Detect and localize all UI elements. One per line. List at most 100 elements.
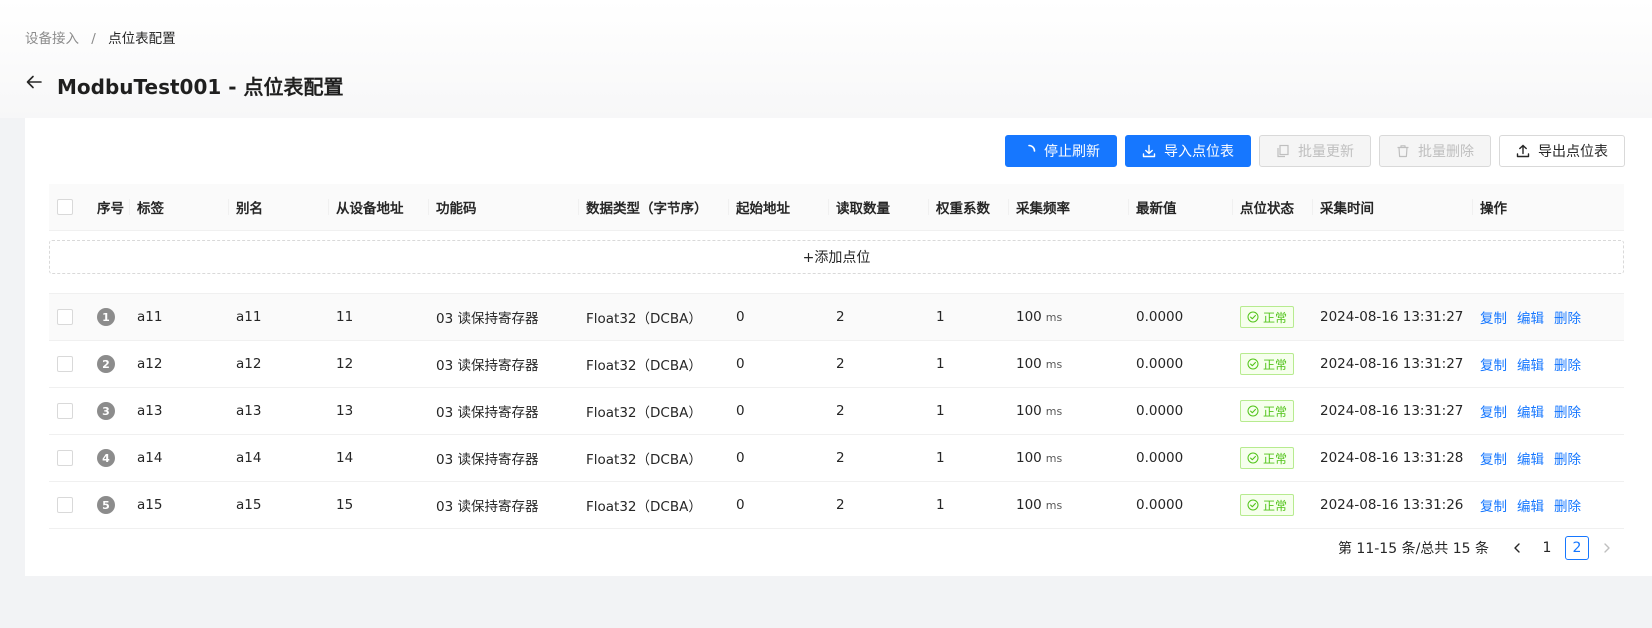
- status-text: 正常: [1263, 310, 1288, 325]
- pagination-total: 第 11-15 条/总共 15 条: [1337, 541, 1489, 557]
- breadcrumb-parent[interactable]: 设备接入: [25, 31, 79, 47]
- batch-update-button[interactable]: 批量更新: [1259, 135, 1371, 167]
- copy-link[interactable]: 复制: [1480, 354, 1507, 374]
- copy-link[interactable]: 复制: [1480, 448, 1507, 468]
- frequency-value: 100: [1016, 450, 1042, 466]
- cell-read-count: 2: [836, 309, 845, 325]
- cell-start-address: 0: [736, 356, 745, 372]
- points-table-card: 停止刷新 导入点位表 批量更新 批量删除 导出点位表 序号 标签 别名 从设备地…: [25, 118, 1652, 576]
- status-badge: 正常: [1240, 306, 1295, 328]
- cell-tag: a14: [137, 450, 163, 466]
- cell-index: 4: [89, 435, 129, 481]
- import-points-button[interactable]: 导入点位表: [1125, 135, 1251, 167]
- edit-link[interactable]: 编辑: [1517, 448, 1544, 468]
- cell-data-type: Float32（DCBA）: [586, 452, 702, 468]
- edit-link[interactable]: 编辑: [1517, 354, 1544, 374]
- prev-page-button[interactable]: [1505, 536, 1529, 560]
- cell-read-count: 2: [836, 356, 845, 372]
- cell-start-address: 0: [736, 497, 745, 513]
- delete-link[interactable]: 删除: [1554, 448, 1581, 468]
- cell-weight: 1: [936, 309, 945, 325]
- stop-refresh-button[interactable]: 停止刷新: [1005, 135, 1117, 167]
- cell-function-code: 03 读保持寄存器: [436, 405, 539, 421]
- export-points-button[interactable]: 导出点位表: [1499, 135, 1625, 167]
- frequency-unit: ms: [1045, 310, 1063, 324]
- cell-time: 2024-08-16 13:31:27: [1320, 356, 1464, 372]
- cell-latest-value: 0.0000: [1136, 497, 1184, 513]
- cell-actions: 复制 编辑 删除: [1472, 435, 1624, 481]
- page-title: ModbuTest001 - 点位表配置: [57, 75, 344, 99]
- select-all-checkbox[interactable]: [57, 199, 73, 215]
- header-data-type: 数据类型（字节序）: [578, 184, 728, 230]
- copy-link[interactable]: 复制: [1480, 307, 1507, 327]
- cell-actions: 复制 编辑 删除: [1472, 341, 1624, 387]
- chevron-left-icon: [1514, 543, 1520, 553]
- back-arrow-icon[interactable]: [25, 73, 43, 91]
- cell-alias: a13: [236, 403, 262, 419]
- cell-read-count: 2: [836, 450, 845, 466]
- cell-time: 2024-08-16 13:31:27: [1320, 309, 1464, 325]
- cell-function-code: 03 读保持寄存器: [436, 499, 539, 515]
- loading-icon: [1028, 144, 1036, 152]
- row-checkbox[interactable]: [57, 497, 73, 513]
- cell-status: 正常: [1232, 294, 1312, 340]
- copy-link[interactable]: 复制: [1480, 495, 1507, 515]
- cell-frequency: 100 ms: [1008, 482, 1128, 528]
- index-badge: 4: [97, 449, 115, 467]
- frequency-value: 100: [1016, 497, 1042, 513]
- export-points-label: 导出点位表: [1538, 144, 1608, 160]
- header-read-count: 读取数量: [828, 184, 928, 230]
- edit-link[interactable]: 编辑: [1517, 401, 1544, 421]
- table-row: 1 a11 a11 11 03 读保持寄存器 Float32（DCBA） 0 2 1 100 ms 0…: [49, 294, 1624, 341]
- cell-data-type: Float32（DCBA）: [586, 499, 702, 515]
- add-point-button[interactable]: +添加点位: [49, 240, 1624, 274]
- table-row: 4 a14 a14 14 03 读保持寄存器 Float32（DCBA） 0 2 1 100 ms 0…: [49, 435, 1624, 482]
- check-circle-icon: [1247, 499, 1259, 511]
- cell-latest-value: 0.0000: [1136, 403, 1184, 419]
- row-select-cell: [49, 341, 89, 387]
- pagination: 第 11-15 条/总共 15 条 1 2: [1338, 536, 1619, 560]
- delete-link[interactable]: 删除: [1554, 354, 1581, 374]
- row-checkbox[interactable]: [57, 309, 73, 325]
- select-all-cell: [49, 184, 89, 230]
- row-checkbox[interactable]: [57, 356, 73, 372]
- row-checkbox[interactable]: [57, 450, 73, 466]
- cell-tag: a12: [137, 356, 163, 372]
- edit-link[interactable]: 编辑: [1517, 307, 1544, 327]
- cell-tag: a13: [137, 403, 163, 419]
- delete-link[interactable]: 删除: [1554, 401, 1581, 421]
- batch-delete-button[interactable]: 批量删除: [1379, 135, 1491, 167]
- cell-alias: a15: [236, 497, 262, 513]
- delete-link[interactable]: 删除: [1554, 495, 1581, 515]
- status-text: 正常: [1263, 498, 1288, 513]
- row-checkbox[interactable]: [57, 403, 73, 419]
- page-1-button[interactable]: 1: [1535, 536, 1559, 560]
- cell-latest-value: 0.0000: [1136, 450, 1184, 466]
- delete-link[interactable]: 删除: [1554, 307, 1581, 327]
- next-page-button[interactable]: [1595, 536, 1619, 560]
- breadcrumb-separator: /: [91, 31, 96, 47]
- frequency-unit: ms: [1045, 451, 1063, 465]
- cell-frequency: 100 ms: [1008, 435, 1128, 481]
- copy-link[interactable]: 复制: [1480, 401, 1507, 421]
- cell-latest-value: 0.0000: [1136, 356, 1184, 372]
- cell-data-type: Float32（DCBA）: [586, 405, 702, 421]
- header-slave-address: 从设备地址: [328, 184, 428, 230]
- index-badge: 5: [97, 496, 115, 514]
- header-actions: 操作: [1472, 184, 1624, 230]
- cell-index: 3: [89, 388, 129, 434]
- upload-icon: [1516, 144, 1530, 158]
- cell-status: 正常: [1232, 388, 1312, 434]
- download-icon: [1142, 144, 1156, 158]
- divider: [49, 283, 1624, 294]
- edit-link[interactable]: 编辑: [1517, 495, 1544, 515]
- header-tag: 标签: [129, 184, 228, 230]
- page-2-button[interactable]: 2: [1565, 536, 1589, 560]
- cell-index: 5: [89, 482, 129, 528]
- trash-icon: [1397, 145, 1409, 158]
- row-select-cell: [49, 294, 89, 340]
- frequency-value: 100: [1016, 356, 1042, 372]
- batch-delete-label: 批量删除: [1418, 144, 1474, 160]
- cell-weight: 1: [936, 450, 945, 466]
- frequency-value: 100: [1016, 309, 1042, 325]
